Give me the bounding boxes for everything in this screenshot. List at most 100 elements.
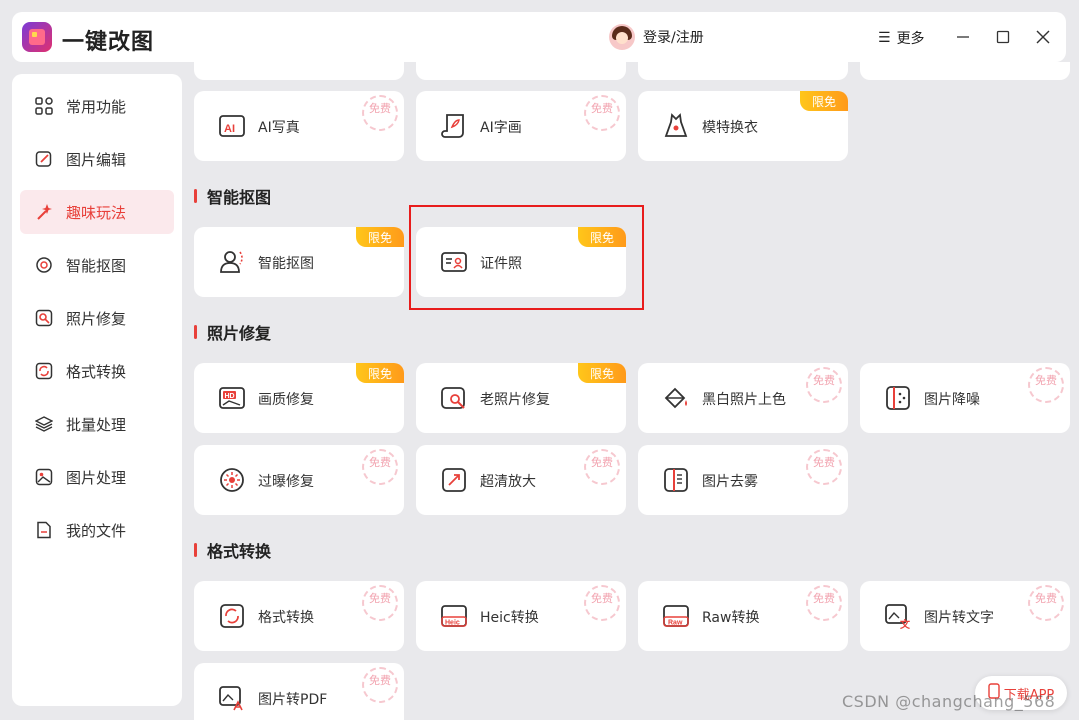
convert-icon	[218, 602, 246, 630]
section-title-cutout: 智能抠图	[194, 184, 271, 208]
layers-icon	[34, 414, 54, 434]
card-format-convert[interactable]: 格式转换 免费	[194, 581, 404, 651]
card-old-photo[interactable]: 老照片修复 限免	[416, 363, 626, 433]
card-label: 图片转PDF	[258, 692, 328, 708]
card-model-outfit[interactable]: 模特换衣 限免	[638, 91, 848, 161]
svg-text:文: 文	[900, 618, 911, 630]
magic-wand-icon	[34, 202, 54, 222]
free-badge: 免费	[1028, 585, 1064, 621]
card-label: AI写真	[258, 120, 300, 136]
card-label: 智能抠图	[258, 256, 314, 272]
sidebar-item-label: 智能抠图	[66, 256, 127, 275]
sidebar-item-cutout[interactable]: 智能抠图	[20, 243, 174, 287]
app-title: 一键改图	[62, 30, 155, 55]
card-label: 模特换衣	[702, 120, 758, 136]
file-icon	[34, 520, 54, 540]
free-badge: 免费	[362, 667, 398, 703]
watermark: CSDN @changchang_568	[842, 692, 1056, 711]
title-bar: 一键改图 登录/注册 ☰ 更多	[12, 12, 1066, 62]
card-ai-draw[interactable]: AI字画 免费	[416, 91, 626, 161]
image-icon	[34, 467, 54, 487]
maximize-button[interactable]	[992, 26, 1014, 48]
menu-icon: ☰	[878, 30, 891, 46]
sidebar-item-edit[interactable]: 图片编辑	[20, 137, 174, 181]
card-ai-photo[interactable]: AI AI写真 免费	[194, 91, 404, 161]
section-title-repair: 照片修复	[194, 320, 271, 344]
free-badge: 免费	[1028, 367, 1064, 403]
minimize-button[interactable]	[952, 26, 974, 48]
free-badge: 免费	[362, 449, 398, 485]
sidebar-item-label: 批量处理	[66, 415, 127, 434]
sidebar-item-label: 我的文件	[66, 521, 127, 540]
login-label: 登录/注册	[643, 30, 704, 46]
sidebar-item-convert[interactable]: 格式转换	[20, 349, 174, 393]
hd-icon: HD	[218, 384, 246, 412]
ai-photo-icon: AI	[218, 112, 246, 140]
raw-icon: Raw	[662, 602, 690, 630]
sidebar-item-label: 图片编辑	[66, 150, 127, 169]
denoise-icon	[884, 384, 912, 412]
close-button[interactable]	[1032, 26, 1054, 48]
card-raw-convert[interactable]: Raw Raw转换 免费	[638, 581, 848, 651]
sidebar-item-label: 趣味玩法	[66, 203, 127, 222]
limited-free-badge: 限免	[578, 363, 626, 383]
sidebar-item-label: 常用功能	[66, 97, 127, 116]
person-cutout-icon	[218, 248, 246, 276]
sidebar-item-process[interactable]: 图片处理	[20, 455, 174, 499]
card-label: 图片转文字	[924, 610, 994, 626]
more-button[interactable]: ☰ 更多	[878, 28, 925, 48]
free-badge: 免费	[362, 585, 398, 621]
card-label: 黑白照片上色	[702, 392, 786, 408]
card-img-to-text[interactable]: 文 图片转文字 免费	[860, 581, 1070, 651]
card-label: 图片降噪	[924, 392, 980, 408]
svg-text:Raw: Raw	[668, 620, 683, 627]
card-dehaze[interactable]: 图片去雾 免费	[638, 445, 848, 515]
card-partial[interactable]	[638, 62, 848, 80]
grid-icon	[34, 96, 54, 116]
dress-icon	[662, 112, 690, 140]
sidebar-item-files[interactable]: 我的文件	[20, 508, 174, 552]
cutout-icon	[34, 255, 54, 275]
card-overexposure[interactable]: 过曝修复 免费	[194, 445, 404, 515]
convert-icon	[34, 361, 54, 381]
dehaze-icon	[662, 466, 690, 494]
card-partial[interactable]	[194, 62, 404, 80]
free-badge: 免费	[584, 95, 620, 131]
sidebar-item-repair[interactable]: 照片修复	[20, 296, 174, 340]
card-label: Raw转换	[702, 610, 760, 626]
card-upscale[interactable]: 超清放大 免费	[416, 445, 626, 515]
card-label: 超清放大	[480, 474, 536, 490]
login-button[interactable]: 登录/注册	[609, 24, 704, 50]
image-text-icon: 文	[884, 602, 912, 630]
card-smart-cutout[interactable]: 智能抠图 限免	[194, 227, 404, 297]
free-badge: 免费	[806, 449, 842, 485]
sidebar-item-label: 照片修复	[66, 309, 127, 328]
card-denoise[interactable]: 图片降噪 免费	[860, 363, 1070, 433]
pdf-icon	[218, 684, 246, 712]
card-partial[interactable]	[860, 62, 1070, 80]
svg-text:Heic: Heic	[445, 620, 460, 627]
minimize-icon	[957, 36, 969, 38]
free-badge: 免费	[584, 585, 620, 621]
svg-text:AI: AI	[224, 123, 235, 135]
card-label: AI字画	[480, 120, 522, 136]
card-partial[interactable]	[416, 62, 626, 80]
svg-text:HD: HD	[225, 393, 235, 400]
sidebar-item-common[interactable]: 常用功能	[20, 84, 174, 128]
maximize-icon	[996, 30, 1010, 44]
card-colorize[interactable]: 黑白照片上色 免费	[638, 363, 848, 433]
free-badge: 免费	[362, 95, 398, 131]
card-quality-fix[interactable]: HD 画质修复 限免	[194, 363, 404, 433]
sidebar-item-label: 图片处理	[66, 468, 127, 487]
card-label: 图片去雾	[702, 474, 758, 490]
sidebar-item-batch[interactable]: 批量处理	[20, 402, 174, 446]
card-heic-convert[interactable]: Heic Heic转换 免费	[416, 581, 626, 651]
limited-free-badge: 限免	[800, 91, 848, 111]
free-badge: 免费	[806, 367, 842, 403]
card-label: 格式转换	[258, 610, 314, 626]
card-img-to-pdf[interactable]: 图片转PDF 免费	[194, 663, 404, 720]
highlight-box	[409, 205, 644, 310]
heic-icon: Heic	[440, 602, 468, 630]
limited-free-badge: 限免	[356, 227, 404, 247]
sidebar-item-fun[interactable]: 趣味玩法	[20, 190, 174, 234]
